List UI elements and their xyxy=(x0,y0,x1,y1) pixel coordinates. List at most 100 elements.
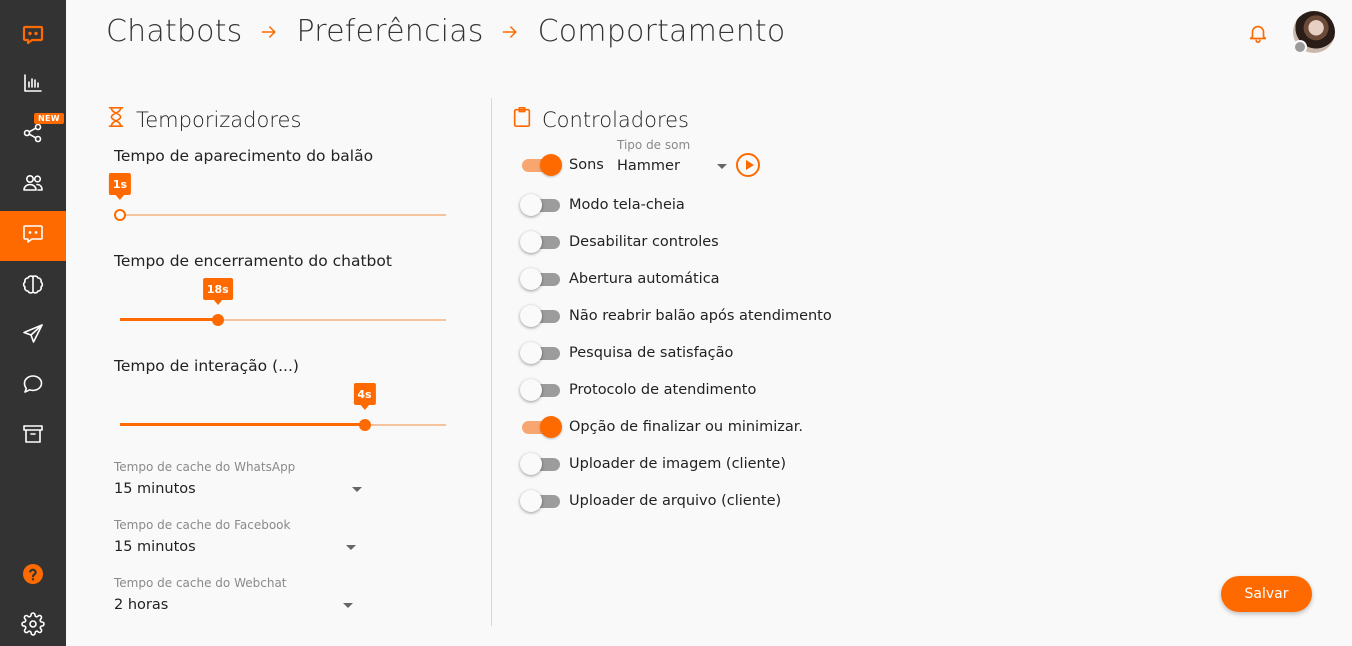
slider-track xyxy=(120,423,365,426)
sidebar-item-users[interactable] xyxy=(0,160,66,210)
toggle-switch[interactable] xyxy=(520,489,562,513)
sidebar-item-conversations[interactable] xyxy=(0,361,66,411)
breadcrumb-chatbots[interactable]: Chatbots xyxy=(106,14,243,49)
toggle-switch[interactable] xyxy=(520,153,562,177)
select-value: Hammer xyxy=(617,158,680,174)
avatar-status-indicator xyxy=(1293,40,1307,54)
sound-type-label: Tipo de som xyxy=(617,138,691,152)
clipboard-icon xyxy=(512,106,542,133)
select-whatsapp-cache[interactable]: 15 minutos xyxy=(114,477,362,501)
slider-close-time[interactable]: 18s xyxy=(120,278,446,330)
send-icon xyxy=(21,322,45,350)
toggle-label: Uploader de imagem (cliente) xyxy=(569,456,786,472)
toggle-switch[interactable] xyxy=(520,193,562,217)
chevron-down-icon xyxy=(717,163,727,169)
slider-balloon-time[interactable]: 1s xyxy=(108,173,446,225)
play-icon xyxy=(745,160,754,170)
slider-rail xyxy=(120,214,446,216)
users-icon xyxy=(21,171,45,199)
slider-track xyxy=(120,318,218,321)
brain-icon xyxy=(21,272,45,300)
slider-thumb[interactable] xyxy=(114,209,126,221)
toggle-switch[interactable] xyxy=(520,304,562,328)
breadcrumb-preferencias[interactable]: Preferências xyxy=(297,14,484,49)
breadcrumb-comportamento: Comportamento xyxy=(537,14,786,49)
toggle-row-fullscreen: Modo tela-cheia xyxy=(520,193,685,217)
select-value: 15 minutos xyxy=(114,539,196,555)
timers-section-title: Temporizadores xyxy=(106,106,301,133)
sidebar-item-reports[interactable] xyxy=(0,60,66,110)
toggle-label: Não reabrir balão após atendimento xyxy=(569,308,832,324)
sidebar: NEW xyxy=(0,0,66,646)
toggle-row-satisfaction: Pesquisa de satisfação xyxy=(520,341,733,365)
toggle-switch[interactable] xyxy=(520,378,562,402)
play-sound-button[interactable] xyxy=(736,153,760,177)
toggle-switch[interactable] xyxy=(520,267,562,291)
bell-icon[interactable] xyxy=(1247,22,1271,46)
slider-thumb[interactable] xyxy=(211,314,224,326)
select-label-facebook-cache: Tempo de cache do Facebook xyxy=(114,518,291,532)
toggle-switch[interactable] xyxy=(520,415,562,439)
chatbot-icon xyxy=(21,222,45,250)
toggle-label: Pesquisa de satisfação xyxy=(569,345,734,361)
bar-chart-icon xyxy=(21,71,45,99)
toggle-switch[interactable] xyxy=(520,452,562,476)
slider-value-tooltip: 18s xyxy=(202,278,233,305)
slider-label-interaction: Tempo de interação (...) xyxy=(114,357,299,375)
toggle-row-sons: Sons xyxy=(520,153,604,177)
select-value: 15 minutos xyxy=(114,481,196,497)
slider-label-close: Tempo de encerramento do chatbot xyxy=(114,252,392,270)
help-icon xyxy=(21,562,45,590)
chat-logo-icon[interactable] xyxy=(0,10,66,60)
chevron-down-icon xyxy=(352,486,362,492)
sidebar-item-campaigns[interactable] xyxy=(0,311,66,361)
sidebar-item-chatbots[interactable] xyxy=(0,211,66,261)
archive-icon xyxy=(21,422,45,450)
sidebar-item-help[interactable] xyxy=(0,551,66,601)
toggle-row-finish-minimize: Opção de finalizar ou minimizar. xyxy=(520,415,803,439)
toggle-row-no-reopen: Não reabrir balão após atendimento xyxy=(520,304,832,328)
controllers-title: Controladores xyxy=(542,107,689,132)
toggle-row-file-uploader: Uploader de arquivo (cliente) xyxy=(520,489,781,513)
toggle-label: Protocolo de atendimento xyxy=(569,382,757,398)
sound-type-select[interactable]: Hammer xyxy=(617,154,727,178)
toggle-row-image-uploader: Uploader de imagem (cliente) xyxy=(520,452,786,476)
controllers-section-title: Controladores xyxy=(512,106,689,133)
sidebar-item-archive[interactable] xyxy=(0,411,66,461)
slider-value-tooltip: 4s xyxy=(353,383,376,410)
select-facebook-cache[interactable]: 15 minutos xyxy=(114,535,356,559)
toggle-label: Sons xyxy=(569,157,604,173)
arrow-right-icon xyxy=(500,22,520,42)
timers-title: Temporizadores xyxy=(136,107,302,132)
select-webchat-cache[interactable]: 2 horas xyxy=(114,593,353,617)
chevron-down-icon xyxy=(343,602,353,608)
toggle-label: Abertura automática xyxy=(569,271,720,287)
toggle-label: Modo tela-cheia xyxy=(569,197,685,213)
toggle-row-protocol: Protocolo de atendimento xyxy=(520,378,756,402)
toggle-switch[interactable] xyxy=(520,230,562,254)
select-label-webchat-cache: Tempo de cache do Webchat xyxy=(114,576,287,590)
toggle-switch[interactable] xyxy=(520,341,562,365)
sidebar-item-ai[interactable] xyxy=(0,261,66,311)
new-badge: NEW xyxy=(34,113,64,124)
hourglass-icon xyxy=(106,106,136,133)
chat-bubble-icon xyxy=(21,372,45,400)
column-divider xyxy=(491,98,492,626)
select-label-whatsapp-cache: Tempo de cache do WhatsApp xyxy=(114,460,296,474)
toggle-row-auto-open: Abertura automática xyxy=(520,267,720,291)
toggle-label: Opção de finalizar ou minimizar. xyxy=(569,419,803,435)
share-icon xyxy=(21,121,45,149)
sidebar-item-settings[interactable] xyxy=(0,601,66,646)
slider-interaction-time[interactable]: 4s xyxy=(120,383,446,435)
slider-thumb[interactable] xyxy=(358,419,371,431)
breadcrumb: Chatbots Preferências Comportamento xyxy=(106,14,785,49)
select-value: 2 horas xyxy=(114,597,169,613)
toggle-label: Desabilitar controles xyxy=(569,234,719,250)
save-button[interactable]: Salvar xyxy=(1221,576,1312,612)
arrow-right-icon xyxy=(259,22,279,42)
settings-icon xyxy=(21,612,45,640)
toggle-row-disable-controls: Desabilitar controles xyxy=(520,230,719,254)
slider-value-tooltip: 1s xyxy=(108,173,132,200)
slider-label-balloon: Tempo de aparecimento do balão xyxy=(114,147,374,165)
chevron-down-icon xyxy=(346,544,356,550)
